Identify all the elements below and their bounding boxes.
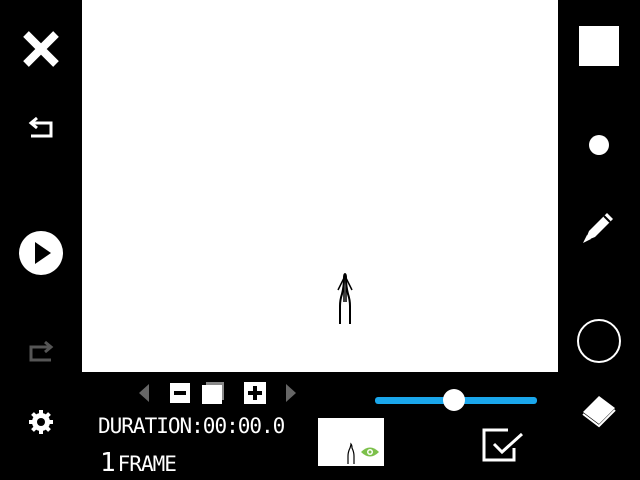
color-picker-button[interactable] [558,318,640,364]
duration-readout: DURATION:00:00.0 [98,414,286,438]
add-frame-icon [244,382,266,404]
drawing-canvas[interactable] [82,0,558,372]
copy-frame-icon [202,382,224,404]
stick-drawing [337,272,353,324]
delete-frame-button[interactable] [168,380,192,406]
next-frame-icon [286,384,296,402]
close-icon [23,31,59,67]
eraser-button[interactable] [558,390,640,430]
next-frame-button[interactable] [282,380,300,406]
close-button[interactable] [0,28,82,70]
confirm-button[interactable] [480,426,524,464]
pen-tool-button[interactable] [558,206,640,248]
brush-size-icon [589,135,609,155]
undo-icon [28,116,53,138]
prev-frame-button[interactable] [134,380,154,406]
square-brush-button[interactable] [558,24,640,68]
frame-count-number: 1 [100,448,116,478]
gear-icon [29,410,53,434]
undo-button[interactable] [0,112,82,142]
eye-icon[interactable] [360,445,380,459]
settings-button[interactable] [0,406,82,438]
copy-frame-button[interactable] [200,380,226,406]
duration-label: DURATION: [98,414,204,438]
square-brush-icon [579,26,619,66]
duration-value: 00:00.0 [202,414,286,438]
redo-button[interactable] [0,336,82,366]
play-icon [19,231,63,275]
color-circle-icon [577,319,621,363]
frame-count: 1 FRAME [100,448,177,478]
brush-size-button[interactable] [558,132,640,158]
confirm-check-icon [482,428,524,462]
prev-frame-icon [139,384,149,402]
frame-thumbnail[interactable] [318,418,384,466]
play-button[interactable] [0,230,82,276]
delete-frame-icon [170,383,190,403]
eraser-icon [582,396,616,428]
pen-icon [583,213,613,243]
add-frame-button[interactable] [242,380,268,406]
frame-count-label: FRAME [117,452,177,476]
redo-icon [29,340,54,362]
